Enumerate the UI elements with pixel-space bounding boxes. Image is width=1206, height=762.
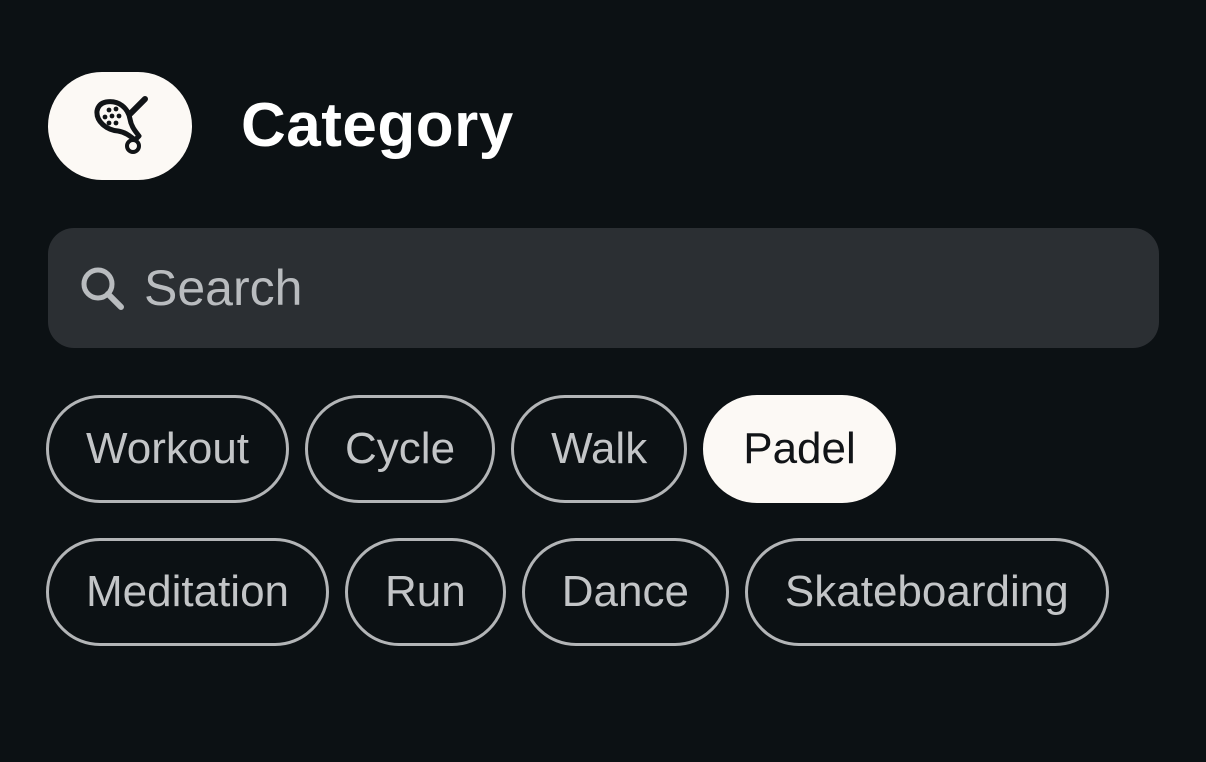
search-icon (81, 267, 124, 310)
chip-run[interactable]: Run (345, 538, 506, 646)
category-chips-row-2: Meditation Run Dance Skateboarding (46, 538, 1109, 646)
category-header: Category (48, 72, 514, 180)
search-bar[interactable] (48, 228, 1159, 348)
chip-meditation[interactable]: Meditation (46, 538, 330, 646)
category-panel: Category Workout Cycle Walk Padel Medita… (0, 0, 1206, 762)
chip-padel[interactable]: Padel (703, 395, 896, 503)
category-chips-row-1: Workout Cycle Walk Padel (46, 395, 896, 503)
chip-skateboarding[interactable]: Skateboarding (744, 538, 1109, 646)
search-input[interactable] (144, 228, 1159, 348)
chip-dance[interactable]: Dance (521, 538, 729, 646)
chip-walk[interactable]: Walk (511, 395, 688, 503)
chip-cycle[interactable]: Cycle (305, 395, 496, 503)
chip-workout[interactable]: Workout (46, 395, 290, 503)
padel-racket-icon (94, 96, 148, 154)
category-icon-badge[interactable] (48, 72, 192, 180)
page-title: Category (241, 91, 514, 160)
